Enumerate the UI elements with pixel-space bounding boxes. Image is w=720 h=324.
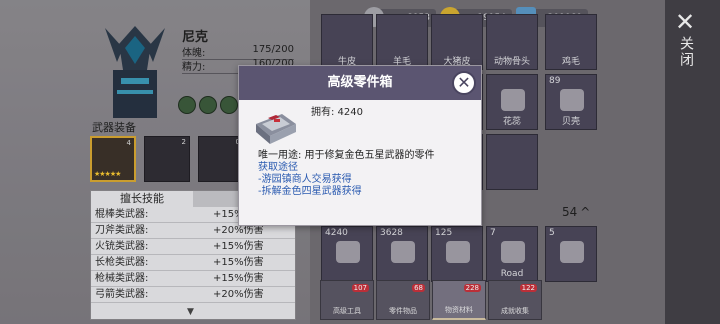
owned-count: 拥有: 4240: [311, 107, 363, 118]
source-item: -拆解金色四星武器获得: [258, 186, 362, 197]
modal-header: 高级零件箱 ✕: [239, 66, 481, 100]
item-detail-modal: 高级零件箱 ✕ 拥有: 4240 唯一用途: 用于修复金色五星武器的零件 获取途…: [238, 65, 482, 226]
close-label[interactable]: 关闭: [676, 36, 696, 68]
toolbox-icon: [256, 114, 296, 144]
close-icon[interactable]: ✕: [672, 8, 698, 36]
modal-close-button[interactable]: ✕: [452, 71, 476, 95]
modal-title: 高级零件箱: [327, 75, 393, 90]
